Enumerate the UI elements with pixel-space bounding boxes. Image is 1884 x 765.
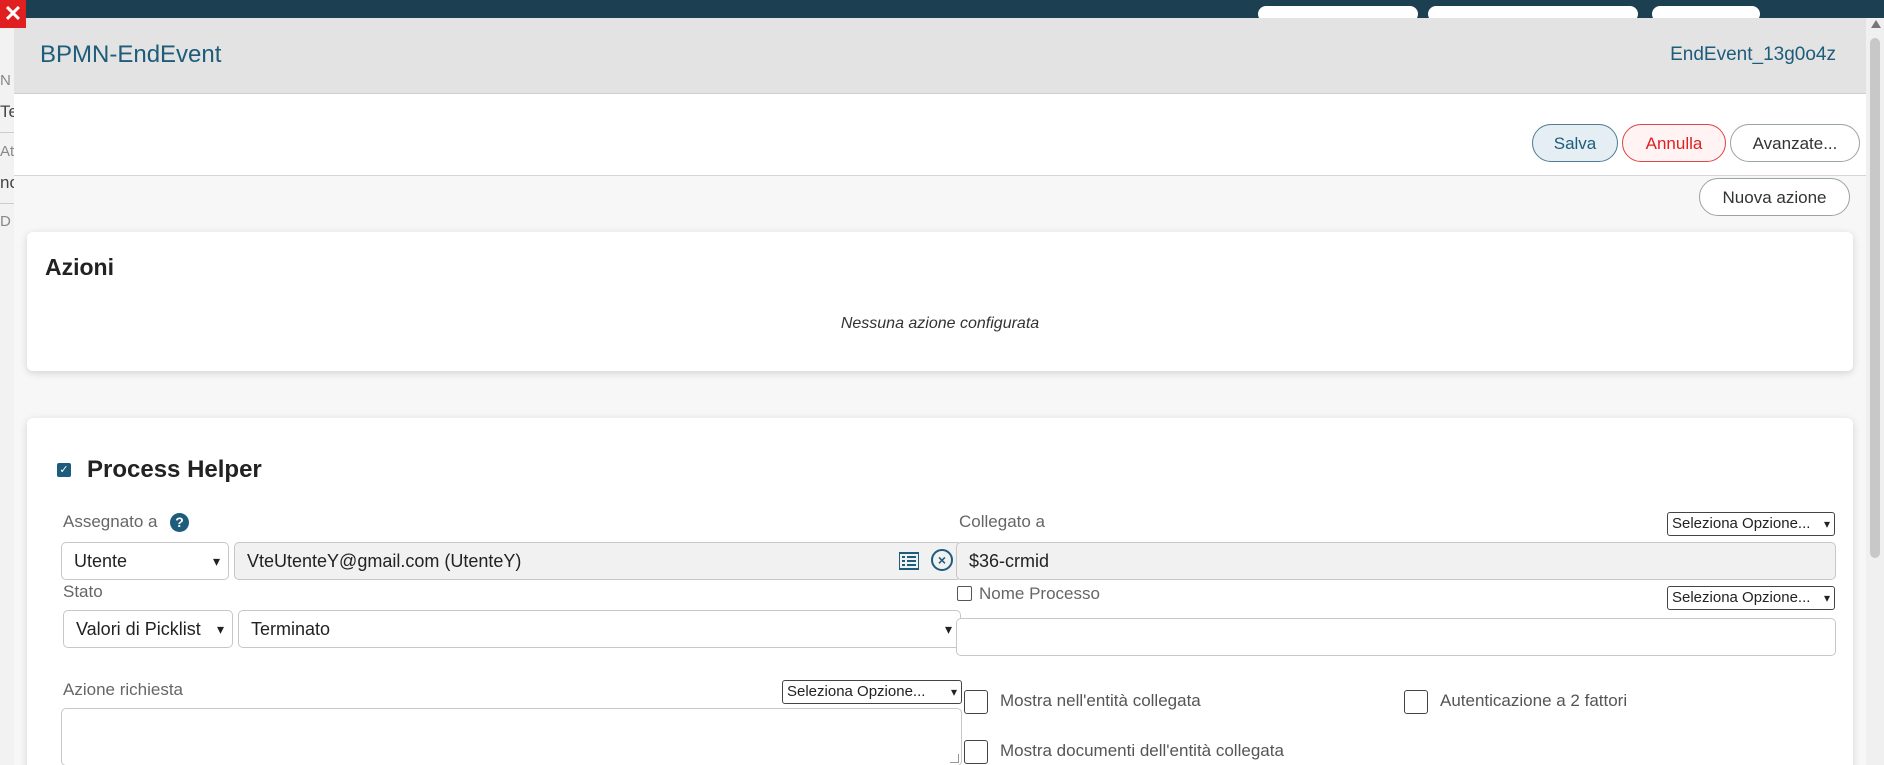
state-value-select[interactable]: Terminato ▾ [238,610,961,648]
linked-to-option-value: Seleziona Opzione... [1672,515,1811,532]
linked-to-value: $36-crmid [969,551,1050,571]
show-in-linked-label: Mostra nell'entità collegata [1000,691,1201,710]
scrollbar-thumb[interactable] [1870,38,1880,558]
process-name-label: Nome Processo [979,584,1100,603]
assigned-type-select[interactable]: Utente ▾ [61,542,229,580]
assigned-to-label: Assegnato a [63,512,158,531]
help-icon[interactable]: ? [170,513,189,532]
chevron-down-icon: ▾ [944,621,952,637]
new-action-button[interactable]: Nuova azione [1699,178,1850,216]
process-name-field[interactable] [956,618,1836,656]
assigned-type-value: Utente [74,551,128,571]
modal-toolbar: Salva Annulla Avanzate... [14,94,1866,176]
state-label: Stato [63,582,103,601]
background-text: At [0,143,15,160]
save-button[interactable]: Salva [1532,124,1618,162]
required-action-option-value: Seleziona Opzione... [787,683,926,700]
process-name-option-value: Seleziona Opzione... [1672,589,1811,606]
close-icon[interactable]: ✕ [0,0,26,28]
process-name-checkbox[interactable] [957,586,972,601]
state-source-select[interactable]: Valori di Picklist ▾ [63,610,233,648]
assigned-user-value: VteUtenteY@gmail.com (UtenteY) [247,551,522,571]
background-text: N [0,72,11,89]
cancel-button[interactable]: Annulla [1622,124,1726,162]
process-name-option-select[interactable]: Seleziona Opzione... ▾ [1667,586,1835,610]
empty-actions-message: Nessuna azione configurata [840,315,1040,332]
process-helper-title: Process Helper [87,456,262,483]
required-action-textarea[interactable] [61,708,962,765]
chevron-down-icon: ▾ [213,611,224,647]
show-docs-label: Mostra documenti dell'entità collegata [1000,741,1284,760]
state-value: Terminato [251,619,331,639]
assigned-user-field[interactable]: VteUtenteY@gmail.com (UtenteY) × [234,542,962,580]
list-icon[interactable] [899,552,919,570]
two-factor-checkbox[interactable] [1404,690,1428,714]
chevron-down-icon: ▾ [950,685,957,699]
modal-title: BPMN-EndEvent [40,41,222,68]
scroll-up-icon[interactable] [1871,20,1881,28]
linked-to-label: Collegato a [959,512,1046,531]
modal-header: BPMN-EndEvent EndEvent_13g0o4z [14,18,1866,94]
process-helper-card: ✓ Process Helper Assegnato a ? Utente ▾ … [27,418,1853,765]
linked-to-field[interactable]: $36-crmid [956,542,1836,580]
linked-to-option-select[interactable]: Seleziona Opzione... ▾ [1667,512,1835,536]
two-factor-label: Autenticazione a 2 fattori [1440,691,1628,710]
required-action-option-select[interactable]: Seleziona Opzione... ▾ [782,680,962,704]
element-id: EndEvent_13g0o4z [1670,44,1836,65]
actions-title: Azioni [45,254,114,280]
background-text: D [0,213,11,230]
state-source-value: Valori di Picklist [76,619,201,639]
chevron-down-icon: ▾ [1823,517,1830,531]
advanced-button[interactable]: Avanzate... [1730,124,1860,162]
show-in-linked-checkbox[interactable] [964,690,988,714]
show-docs-checkbox[interactable] [964,740,988,764]
actions-card: Azioni Nessuna azione configurata [27,232,1853,371]
process-helper-checkbox[interactable]: ✓ [57,463,71,477]
chevron-down-icon: ▾ [212,553,220,569]
chevron-down-icon: ▾ [1823,591,1830,605]
resize-handle-icon[interactable] [950,754,959,763]
clear-icon[interactable]: × [931,549,953,571]
modal-dialog: BPMN-EndEvent EndEvent_13g0o4z Salva Ann… [14,18,1866,765]
required-action-label: Azione richiesta [63,680,184,699]
